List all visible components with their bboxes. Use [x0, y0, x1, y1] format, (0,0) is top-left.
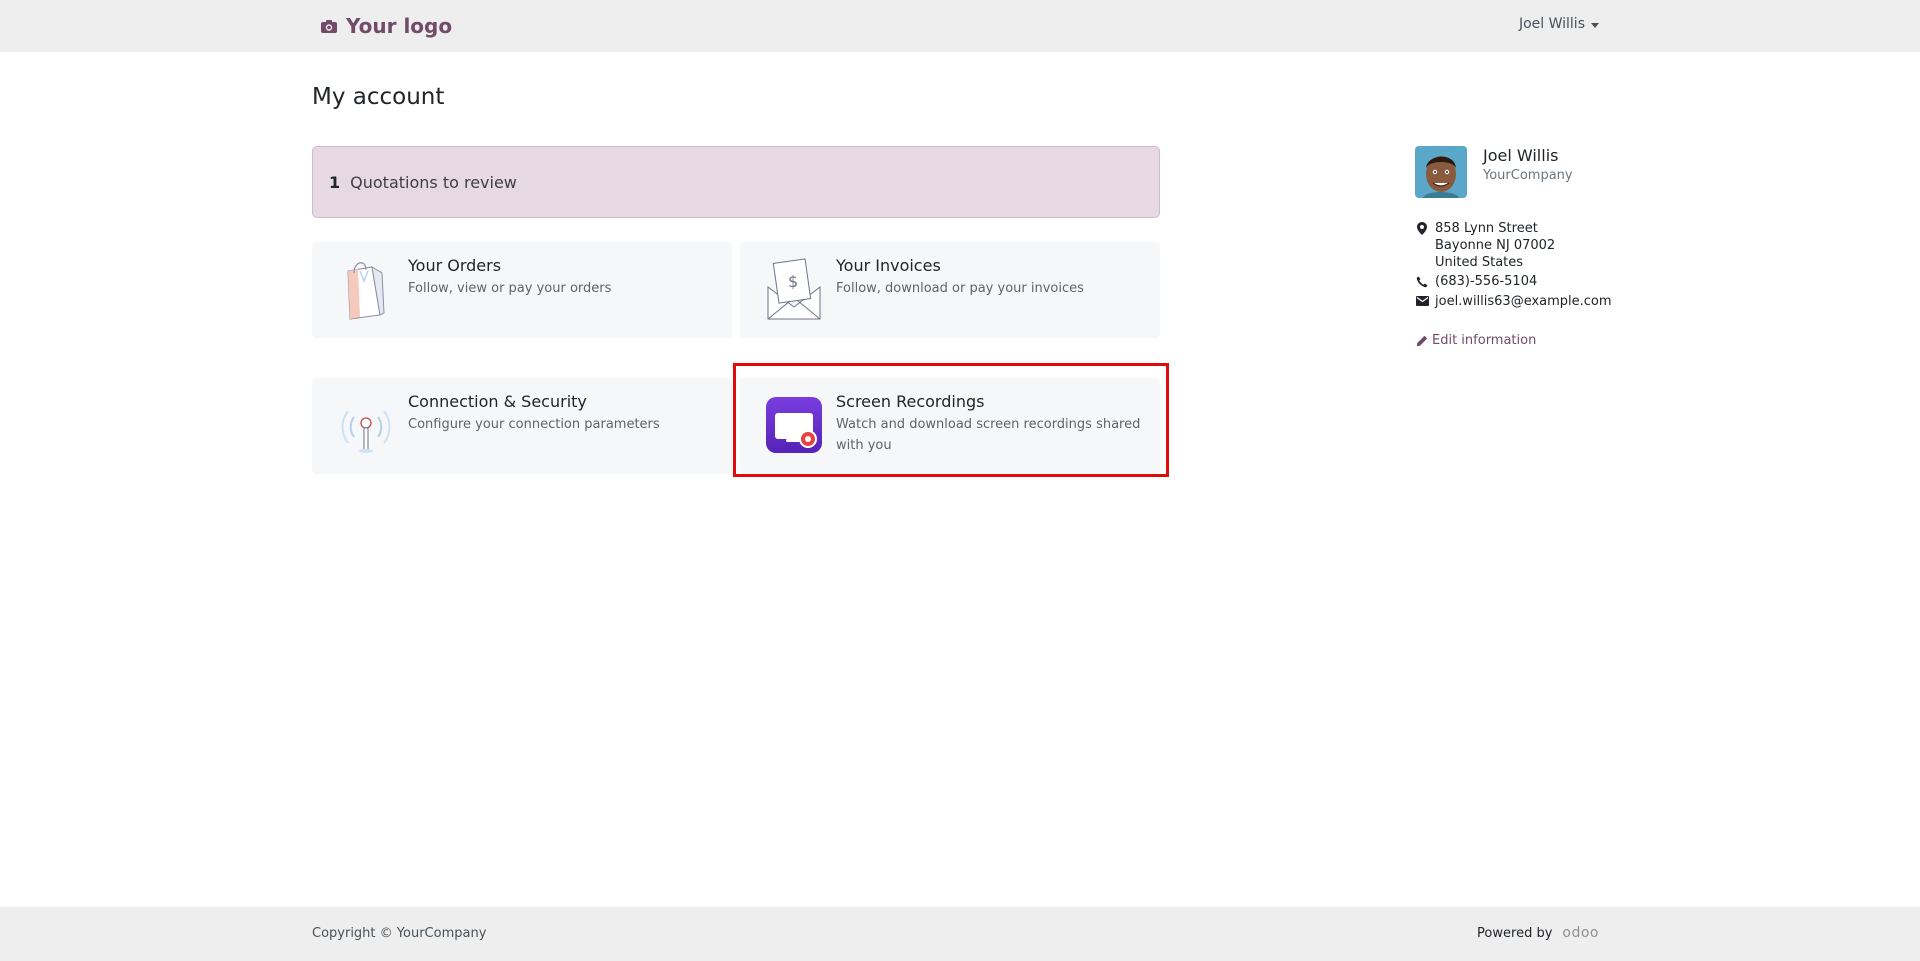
card-your-invoices[interactable]: $ Your Invoices Follow, download or pay … — [740, 242, 1160, 338]
odoo-logo-link[interactable]: odoo — [1562, 925, 1599, 941]
quotations-label: Quotations to review — [350, 172, 517, 192]
address-line-3: United States — [1435, 255, 1524, 270]
card-description: Follow, download or pay your invoices — [836, 281, 1084, 296]
user-menu-dropdown[interactable]: Joel Willis — [1519, 16, 1599, 32]
envelope-icon — [1415, 296, 1429, 306]
profile-name: Joel Willis — [1483, 146, 1559, 165]
quotations-count: 1 — [329, 172, 341, 192]
page-title: My account — [312, 84, 445, 110]
edit-information-link[interactable]: Edit information — [1416, 333, 1536, 348]
card-description: Configure your connection parameters — [408, 417, 660, 432]
powered-by-label: Powered by — [1477, 925, 1553, 941]
edit-information-label: Edit information — [1432, 333, 1537, 348]
map-marker-icon — [1417, 222, 1427, 235]
card-title: Connection & Security — [408, 392, 587, 411]
address-line-2: Bayonne NJ 07002 — [1435, 238, 1556, 253]
email-address: joel.willis63@example.com — [1435, 294, 1612, 309]
card-description: Follow, view or pay your orders — [408, 281, 612, 296]
phone-number: (683)-556-5104 — [1435, 274, 1538, 289]
invoice-envelope-icon: $ — [767, 258, 821, 320]
user-menu-name: Joel Willis — [1518, 16, 1585, 32]
svg-text:$: $ — [788, 272, 798, 291]
logo-text: Your logo — [346, 14, 453, 38]
avatar — [1415, 146, 1467, 198]
company-logo[interactable]: Your logo — [320, 12, 452, 40]
card-title: Your Invoices — [836, 256, 941, 275]
footer: Copyright © YourCompany Powered by odoo — [0, 907, 1920, 961]
copyright-text: Copyright © YourCompany — [312, 926, 487, 941]
address-line-1: 858 Lynn Street — [1435, 221, 1538, 236]
phone-icon — [1416, 276, 1428, 288]
caret-down-icon — [1591, 22, 1599, 28]
antenna-icon — [341, 410, 391, 453]
pencil-icon — [1416, 335, 1428, 346]
quotations-alert[interactable]: 1 Quotations to review — [312, 146, 1160, 218]
profile-email: joel.willis63@example.com — [1415, 294, 1612, 309]
profile-address: 858 Lynn Street Bayonne NJ 07002 United … — [1415, 220, 1555, 271]
card-your-orders[interactable]: Your Orders Follow, view or pay your ord… — [312, 242, 732, 338]
shopping-bag-icon — [347, 262, 385, 320]
card-title: Your Orders — [408, 256, 502, 275]
camera-icon — [321, 20, 337, 33]
highlight-box — [733, 363, 1169, 477]
profile-company: YourCompany — [1483, 168, 1573, 183]
card-connection-security[interactable]: Connection & Security Configure your con… — [312, 378, 732, 474]
profile-phone: (683)-556-5104 — [1415, 274, 1537, 289]
powered-by: Powered by odoo — [1477, 925, 1599, 941]
top-navbar: Your logo Joel Willis — [0, 0, 1920, 52]
